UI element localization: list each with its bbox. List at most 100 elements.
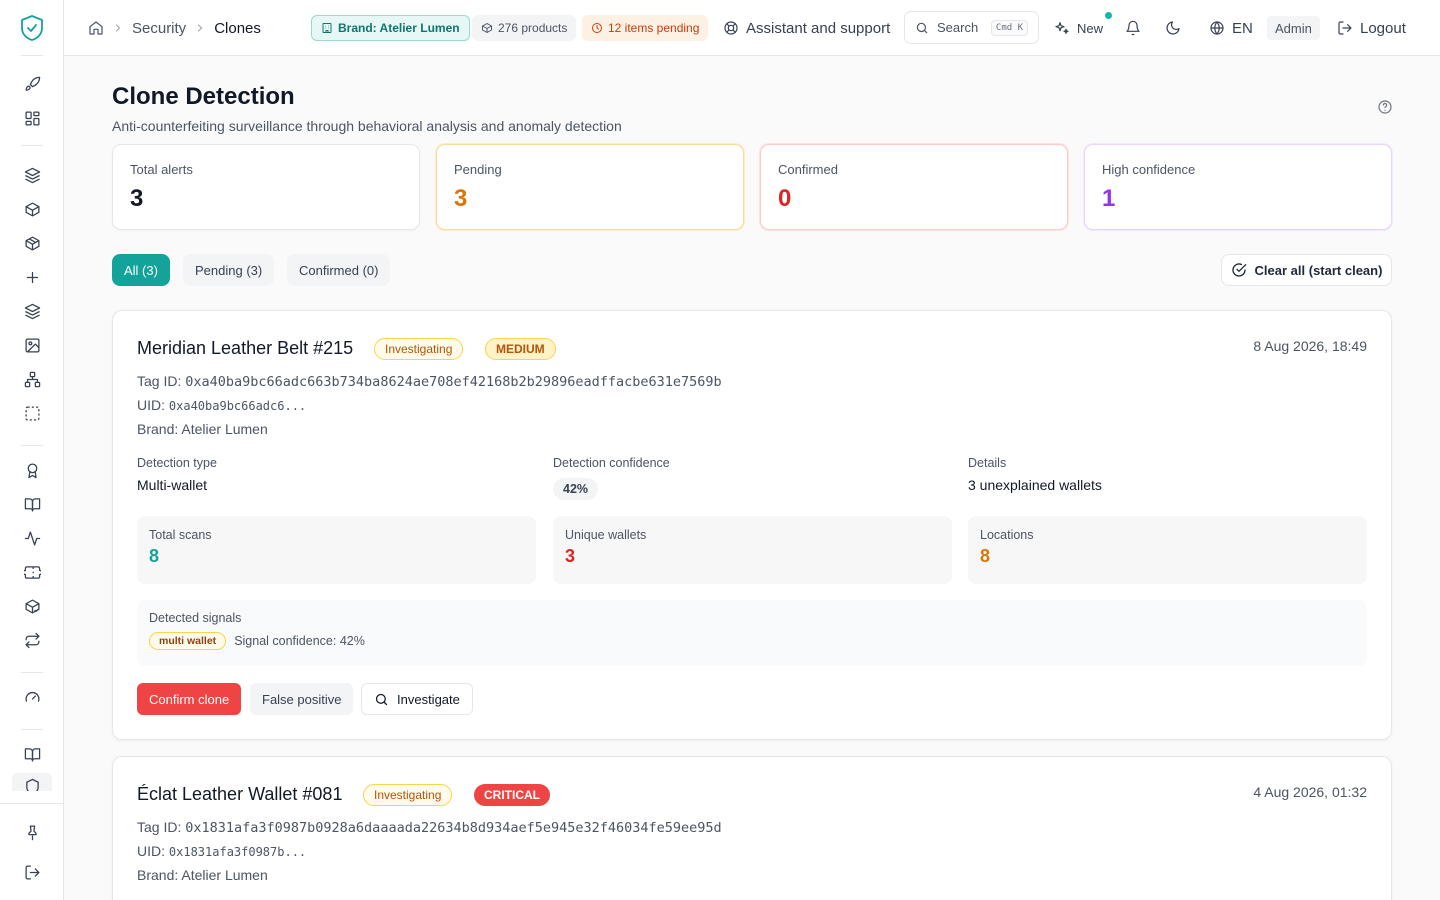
box-icon[interactable]	[22, 199, 42, 219]
breadcrumb-clones: Clones	[214, 19, 261, 37]
logout-icon[interactable]	[22, 862, 42, 882]
tab-pending[interactable]: Pending (3)	[183, 254, 275, 286]
false-positive-button[interactable]: False positive	[250, 683, 354, 715]
rocket-icon[interactable]	[22, 74, 42, 94]
stat-label: Confirmed	[778, 162, 838, 177]
shield-logo-icon[interactable]	[20, 14, 44, 42]
metric-label: Unique wallets	[565, 528, 647, 542]
ticket-icon[interactable]	[22, 562, 42, 582]
uid-value: 0xa40ba9bc66adc6...	[168, 399, 307, 413]
image-icon[interactable]	[22, 335, 42, 355]
bell-icon	[1126, 20, 1140, 36]
status-badge: Investigating	[363, 784, 453, 806]
help-circle-icon[interactable]	[1377, 99, 1393, 115]
new-indicator-dot	[1105, 12, 1112, 19]
confirm-clone-button[interactable]: Confirm clone	[137, 683, 242, 715]
chevron-right-icon	[115, 24, 121, 32]
search-icon	[375, 693, 388, 705]
breadcrumb-security[interactable]: Security	[132, 20, 186, 37]
clear-all-label: Clear all (start clean)	[1254, 262, 1383, 278]
tab-confirmed[interactable]: Confirmed (0)	[287, 254, 391, 286]
status-badge: Investigating	[374, 338, 464, 360]
search-shortcut: Cmd K	[990, 19, 1028, 36]
details-label: Details	[968, 456, 1007, 470]
metric-locations: Locations 8	[968, 516, 1367, 584]
gauge-icon[interactable]	[22, 687, 42, 707]
book-open-icon[interactable]	[22, 744, 42, 764]
logout-button[interactable]: Logout	[1337, 16, 1406, 40]
building-icon	[322, 23, 332, 33]
sidebar-divider	[21, 55, 43, 56]
severity-badge: CRITICAL	[474, 784, 550, 806]
sidebar-divider	[21, 672, 43, 673]
pin-icon[interactable]	[22, 822, 42, 842]
assistant-support-label: Assistant and support	[746, 19, 891, 37]
stat-value: 3	[454, 185, 468, 212]
book-icon[interactable]	[22, 494, 42, 514]
uid-label: UID:	[137, 843, 165, 859]
brand-line: Brand: Atelier Lumen	[137, 867, 268, 883]
brand-label: Brand:	[137, 421, 179, 437]
globe-icon	[1210, 21, 1224, 35]
investigate-label: Investigate	[397, 691, 460, 707]
page-subtitle: Anti-counterfeiting surveillance through…	[112, 118, 622, 134]
dashboard-grid-icon[interactable]	[22, 108, 42, 128]
alert-card: Meridian Leather Belt #215 Investigating…	[112, 310, 1392, 740]
assistant-support-link[interactable]: Assistant and support	[723, 16, 890, 40]
layers-icon[interactable]	[22, 165, 42, 185]
brand-label: Brand:	[137, 867, 179, 883]
uid-line: UID: 0x1831afa3f0987b...	[137, 843, 306, 859]
repeat-icon[interactable]	[22, 630, 42, 650]
role-badge: Admin	[1267, 16, 1320, 40]
investigate-button[interactable]: Investigate	[361, 683, 473, 715]
details-value: 3 unexplained wallets	[968, 477, 1102, 493]
moon-icon	[1166, 21, 1180, 35]
award-icon[interactable]	[22, 460, 42, 480]
package-check-icon[interactable]	[22, 596, 42, 616]
tag-id-line: Tag ID: 0xa40ba9bc66adc663b734ba8624ae70…	[137, 373, 722, 390]
alert-date: 8 Aug 2026, 18:49	[1253, 338, 1367, 354]
new-button[interactable]: New	[1054, 16, 1103, 40]
stat-label: High confidence	[1102, 162, 1196, 177]
notifications-button[interactable]	[1125, 16, 1141, 40]
activity-icon[interactable]	[22, 528, 42, 548]
brand-pill-label: Brand: Atelier Lumen	[338, 21, 460, 35]
sparkles-icon	[1055, 22, 1069, 34]
detected-signals-panel: Detected signals multi wallet Signal con…	[137, 600, 1367, 666]
language-label: EN	[1232, 19, 1253, 37]
search-input[interactable]: Search Cmd K	[904, 11, 1039, 44]
alert-title[interactable]: Éclat Leather Wallet #081	[137, 784, 342, 805]
metric-total-scans: Total scans 8	[137, 516, 536, 584]
sidebar-divider	[21, 729, 43, 730]
selection-icon[interactable]	[22, 403, 42, 423]
confidence-chip: 42%	[553, 478, 599, 500]
package-icon[interactable]	[22, 233, 42, 253]
detection-type-value: Multi-wallet	[137, 477, 208, 493]
security-icon[interactable]	[22, 778, 42, 791]
pending-pill[interactable]: 12 items pending	[582, 15, 709, 41]
metric-value: 8	[980, 546, 991, 566]
stack-icon[interactable]	[22, 301, 42, 321]
plus-icon[interactable]	[22, 267, 42, 287]
brand-line: Brand: Atelier Lumen	[137, 421, 268, 437]
home-icon[interactable]	[88, 20, 104, 36]
signal-confidence: Signal confidence: 42%	[234, 634, 365, 648]
products-pill[interactable]: 276 products	[472, 15, 577, 41]
new-button-label: New	[1077, 20, 1104, 36]
tag-id-line: Tag ID: 0x1831afa3f0987b0928a6daaaada226…	[137, 819, 722, 836]
language-selector[interactable]: EN	[1209, 16, 1253, 40]
sidebar	[0, 0, 64, 900]
alert-title[interactable]: Meridian Leather Belt #215	[137, 338, 353, 359]
tab-all[interactable]: All (3)	[112, 254, 170, 286]
stat-card-pending: Pending 3	[436, 144, 744, 230]
top-header: Security Clones Brand: Atelier Lumen 276…	[64, 0, 1440, 56]
severity-badge: MEDIUM	[485, 338, 556, 360]
metric-label: Locations	[980, 528, 1034, 542]
tag-id-label: Tag ID:	[137, 819, 182, 835]
brand-pill[interactable]: Brand: Atelier Lumen	[311, 15, 470, 41]
pending-pill-label: 12 items pending	[608, 21, 700, 35]
clear-all-button[interactable]: Clear all (start clean)	[1221, 254, 1392, 286]
uid-line: UID: 0xa40ba9bc66adc6...	[137, 397, 306, 413]
hierarchy-icon[interactable]	[22, 369, 42, 389]
theme-toggle[interactable]	[1165, 16, 1181, 40]
